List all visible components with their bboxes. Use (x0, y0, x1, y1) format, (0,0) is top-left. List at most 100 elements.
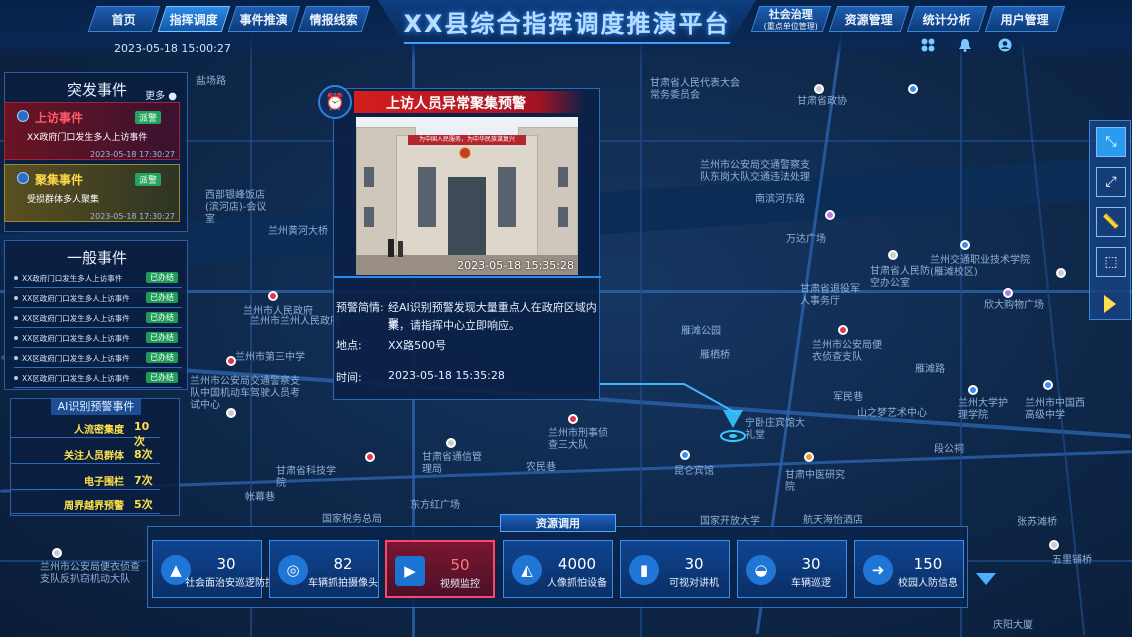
map-label: 张苏滩桥 (1017, 517, 1057, 528)
general-event-row[interactable]: XX区政府门口发生多人上访事件 已办结 (14, 330, 182, 348)
resource-patrol[interactable]: ▲ 30 社会面治安巡逻防控 (152, 540, 275, 598)
map-poi[interactable] (1003, 288, 1013, 298)
resource-vehicle-patrol[interactable]: ◒ 30 车辆巡逻 (737, 540, 847, 598)
map-poi[interactable] (888, 250, 898, 260)
expand-icon[interactable]: ⤢ (1096, 167, 1126, 197)
map-label: 兰州市公安局交通警察支队中国机动车驾驶人员考试中心 (190, 376, 300, 411)
general-event-row[interactable]: XX政府门口发生多人上访事件 已办结 (14, 270, 182, 288)
map-poi[interactable] (1043, 380, 1053, 390)
status-badge: 已办结 (146, 372, 178, 383)
resource-plate-camera[interactable]: ◎ 82 车辆抓拍摄像头 (269, 540, 379, 598)
warning-label: 电子围栏 (84, 477, 124, 488)
more-link[interactable]: 更多 ● (145, 87, 177, 102)
nav-user-management[interactable]: 用户管理 (984, 6, 1066, 32)
event-text: XX区政府门口发生多人上访事件 (22, 314, 130, 323)
event-desc: XX政府门口发生多人上访事件 (27, 133, 148, 143)
general-event-row[interactable]: XX区政府门口发生多人上访事件 已办结 (14, 370, 182, 388)
map-poi[interactable] (226, 356, 236, 366)
resource-count: 82 (333, 555, 353, 573)
nav-event-deduction[interactable]: 事件推演 (227, 6, 301, 32)
resource-face-capture[interactable]: ◭ 4000 人像抓怕设备 (503, 540, 613, 598)
map-poi[interactable] (268, 291, 278, 301)
nav-label: 资源管理 (844, 13, 893, 27)
nav-label: 情报线索 (309, 13, 358, 27)
map-poi[interactable] (226, 408, 236, 418)
general-event-row[interactable]: XX区政府门口发生多人上访事件 已办结 (14, 350, 182, 368)
map-label: 甘肃省科技学院 (276, 466, 336, 489)
photo-window (558, 167, 568, 187)
bullet (14, 356, 18, 360)
ai-warning-row[interactable]: 周界越界预警 5次 (10, 494, 160, 514)
dispatch-badge[interactable]: 派警 (135, 111, 162, 124)
map-poi[interactable] (804, 452, 814, 462)
photo-person (398, 241, 403, 257)
user-icon[interactable] (997, 38, 1013, 54)
shrink-icon[interactable]: ⤡ (1096, 127, 1126, 157)
map-poi[interactable] (838, 325, 848, 335)
alert-person-icon (17, 172, 29, 184)
map-label: 南滨河东路 (755, 194, 805, 205)
map-poi[interactable] (52, 548, 62, 558)
nav-resource-management[interactable]: 资源管理 (828, 6, 910, 32)
time-label: 时间: (336, 371, 362, 384)
status-badge: 已办结 (146, 272, 178, 283)
photo-window (418, 167, 436, 227)
map-poi[interactable] (908, 84, 918, 94)
map-label: 欣大购物广场 (984, 300, 1044, 311)
bullet (14, 376, 18, 380)
brief-text: 集，请指挥中心立即响应。 (388, 319, 520, 332)
map-label: 西部银峰饭店(滨河店)-会议室 (205, 190, 267, 225)
map-poi[interactable] (365, 452, 375, 462)
ruler-icon[interactable]: 📏 (1096, 207, 1126, 237)
map-label: 五里铺桥 (1052, 555, 1092, 566)
grid-icon[interactable] (920, 38, 936, 54)
alert-popup[interactable]: ⏰ 上访人员异常聚集预警 为中国人民服务，为中华民族谋复兴 2023-05-18… (318, 85, 601, 400)
map-label: 甘肃省通信管理局 (422, 452, 482, 475)
event-text: XX区政府门口发生多人上访事件 (22, 354, 130, 363)
event-text: XX区政府门口发生多人上访事件 (22, 334, 130, 343)
warning-count: 8次 (134, 448, 153, 461)
event-marker-icon[interactable] (717, 408, 749, 444)
page-title: XX县综合指挥调度推演平台 (403, 10, 731, 38)
nav-home[interactable]: 首页 (87, 6, 161, 32)
photo-timestamp: 2023-05-18 15:35:28 (457, 259, 574, 272)
nav-social-governance[interactable]: 社会治理 (重点单位管理) (750, 6, 832, 32)
map-label: 军民巷 (833, 392, 863, 403)
dispatch-badge[interactable]: 派警 (135, 173, 162, 186)
urgent-event-card[interactable]: 上访事件 派警 XX政府门口发生多人上访事件 2023-05-18 17:30:… (4, 102, 180, 160)
play-arrow-icon[interactable] (1104, 295, 1116, 313)
photo-banner: 为中国人民服务，为中华民族谋复兴 (408, 135, 526, 145)
ai-warning-row[interactable]: 人流密集度 10次 (10, 418, 160, 448)
resource-campus[interactable]: ➜ 150 校园人防信息 (854, 540, 964, 598)
resource-count: 50 (450, 556, 470, 574)
event-time: 2023-05-18 17:30:27 (90, 150, 175, 159)
general-event-row[interactable]: XX区政府门口发生多人上访事件 已办结 (14, 310, 182, 328)
nav-intel-clues[interactable]: 情报线索 (297, 6, 371, 32)
map-poi[interactable] (814, 84, 824, 94)
emblem-icon (459, 147, 471, 159)
collapse-arrow-icon[interactable] (976, 573, 996, 585)
select-box-icon[interactable]: ⬚ (1096, 247, 1126, 277)
resource-label: 视频监控 (440, 579, 480, 590)
map-poi[interactable] (1056, 268, 1066, 278)
ai-warning-row[interactable]: 关注人员群体 8次 (10, 444, 160, 464)
resource-video[interactable]: ▶ 50 视频监控 (385, 540, 495, 598)
map-poi[interactable] (1049, 540, 1059, 550)
general-event-row[interactable]: XX区政府门口发生多人上访事件 已办结 (14, 290, 182, 308)
map-poi[interactable] (680, 450, 690, 460)
ai-warning-row[interactable]: 电子围栏 7次 (10, 470, 160, 490)
nav-statistics[interactable]: 统计分析 (906, 6, 988, 32)
map-poi[interactable] (446, 438, 456, 448)
map-poi[interactable] (968, 385, 978, 395)
map-poi[interactable] (568, 414, 578, 424)
urgent-event-card[interactable]: 聚集事件 派警 受损群体多人聚集 2023-05-18 17:30:27 (4, 164, 180, 222)
popup-title: 上访人员异常聚集预警 (386, 96, 526, 112)
nav-command-dispatch[interactable]: 指挥调度 (157, 6, 231, 32)
map-poi[interactable] (825, 210, 835, 220)
bell-icon[interactable] (957, 38, 973, 54)
resource-label: 人像抓怕设备 (547, 578, 607, 589)
resource-walkie-talkie[interactable]: ▮ 30 可视对讲机 (620, 540, 730, 598)
event-photo[interactable]: 为中国人民服务，为中华民族谋复兴 2023-05-18 15:35:28 (356, 117, 578, 275)
event-text: XX区政府门口发生多人上访事件 (22, 294, 130, 303)
map-poi[interactable] (960, 240, 970, 250)
